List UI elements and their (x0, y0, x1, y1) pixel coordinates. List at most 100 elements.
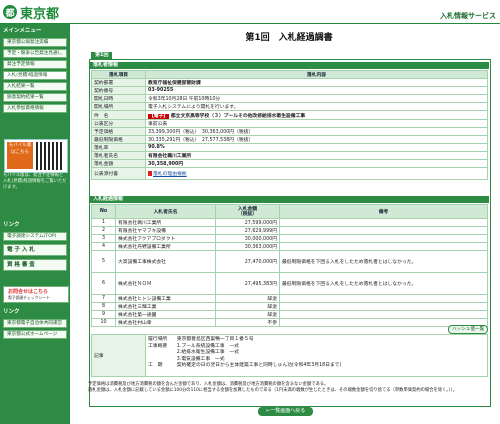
footer-notes: 予定価格は消費税及び地方消費税の額を含んだ金額であり、入札金額は、消費税及び地方… (88, 382, 492, 394)
row-label: 契約番号 (91, 86, 146, 95)
cell-amount: 辞退 (215, 294, 280, 303)
sidebar-item-plan[interactable]: 発注予定情報 (3, 60, 67, 69)
sidebar-item-private-contract[interactable]: 随意契約結果一覧 (3, 93, 67, 102)
service-title: 入札情報サービス (440, 12, 496, 20)
cell-amount: 不参 (215, 318, 280, 327)
row-value: 90.8% (145, 143, 488, 152)
remarks-line: 工 期 契約確定の日の翌日から主体建築工事と同時しゅん功(令和4年3月18日まで… (148, 363, 342, 369)
qr-code-icon (36, 142, 64, 170)
remarks-line: 履行場所 東京都豊島区西巣鴨一丁目１番５号 (148, 337, 254, 342)
cell-name: 株式会社村山幸 (115, 318, 216, 327)
tokyo-logo[interactable]: 都 東京都 (3, 3, 59, 22)
cell-no: 1 (91, 218, 116, 227)
cell-note (279, 302, 488, 311)
col-name-header: 入札者氏名 (115, 204, 216, 219)
row-label: 落札率 (91, 143, 146, 152)
cell-name: 株式会社ＮＯＭ (115, 272, 216, 295)
row-value: 電子入札システムにより開札を行います。 (145, 102, 488, 111)
remarks-line: 2.給排水衛生設備工事 一式 (148, 350, 239, 356)
sidebar-item-progress[interactable]: 入札(見積)経過情報 (3, 71, 67, 80)
row-value: 令和3年10月28日 午前10時10分 (145, 94, 488, 103)
cell-note (279, 226, 488, 235)
page-title: 第1回 入札経過調書 (245, 33, 333, 43)
cell-note: 最低制限価格を下回る入札をしたため落札者とはしなかった。 (279, 272, 488, 295)
mobile-label: モバイル版はこちら (7, 142, 33, 169)
cell-name: 大高設備工事株式会社 (115, 250, 216, 273)
bid-info-table: 落札項目 落札内容 契約部署 教育庁福祉保健部管財課 契約番号 03-90255 開札… (91, 70, 488, 180)
bid-progress-section-header: 入札経過情報 (90, 196, 489, 203)
sidebar-menu-title: メインメニュー (3, 28, 42, 34)
cell-amount: 27,629,999円 (215, 226, 280, 235)
col-amount-header: 入札金額 （税抜） (215, 204, 280, 219)
reason-document-link[interactable]: 落札の理由根拠 (153, 172, 187, 177)
row-value: 教育庁福祉保健部管財課 (145, 78, 488, 87)
table-row: 6 株式会社ＮＯＭ 27,495,383円 最低制限価格を下回る入札をしたため落札者と… (91, 272, 488, 295)
cell-name: 株式会社ヒトシ設備工業 (115, 294, 216, 303)
hash-list-button[interactable]: ハッシュ値一覧 (448, 325, 489, 334)
cell-no: 9 (91, 310, 116, 319)
bid-progress-table: No 入札者氏名 入札金額 （税抜） 備考 1 有限会社鵜川工業所 27,599,0… (91, 204, 488, 327)
remarks-table: 記事 履行場所 東京都豊島区西巣鴨一丁目１番５号 工事概要 1.プール系統設備工… (91, 334, 488, 377)
subject-value: 都立文京高等学校（３）プールその他改修給排水衛生設備工事 (170, 113, 306, 119)
e-bidding-button[interactable]: 電 子 入 札 (3, 244, 67, 256)
cell-note (279, 310, 488, 319)
bottom-links-title: リンク (3, 309, 20, 315)
row-label: 開札場所 (91, 102, 146, 111)
row-label: 公表添付書 (91, 167, 146, 180)
cell-no: 7 (91, 294, 116, 303)
sidebar-bottom-links: リンク 東京都電子自治体共同運営 東京都公式ホームページ (0, 305, 70, 341)
remarks-label: 記事 (91, 334, 146, 377)
cell-no: 6 (91, 272, 116, 295)
cell-amount: 30,000,000円 (215, 234, 280, 243)
row-value: 30,335,291円（税込） 27,577,538円（税抜） (145, 135, 488, 144)
sidebar-item-forecast[interactable]: 予定・競争公告発注見通し (3, 49, 67, 58)
cell-amount: 辞退 (215, 302, 280, 311)
table-row: 5 大高設備工事株式会社 27,470,000円 最低制限価格を下回る入札をしたため落… (91, 250, 488, 273)
table-row: 1 有限会社鵜川工業所 27,599,000円 (91, 218, 488, 227)
sidebar-item-gazette[interactable]: 東京都公報発注実績 (3, 38, 67, 47)
back-to-list-button[interactable]: ←一覧画面へ戻る (258, 407, 314, 416)
links-title: リンク (3, 222, 20, 228)
qualification-review-button[interactable]: 資 格 審 査 (3, 259, 67, 271)
cell-amount: 27,599,000円 (215, 218, 280, 227)
tokyo-official-link[interactable]: 東京都公式ホームページ (3, 330, 67, 339)
cell-note: 最低制限価格を下回る入札をしたため落札者とはしなかった。 (279, 250, 488, 273)
cell-no: 4 (91, 242, 116, 251)
cell-name: 株式会社丹野設備工業所 (115, 242, 216, 251)
sidebar-item-qualification[interactable]: 入札参加資格情報 (3, 104, 67, 113)
cell-name: 株式会社第一通園 (115, 310, 216, 319)
cell-amount: 27,495,383円 (215, 272, 280, 295)
header-divider (0, 23, 500, 24)
table-row: 8 株式会社三輝工業 辞退 (91, 302, 488, 311)
cell-no: 10 (91, 318, 116, 327)
col-item-header: 落札項目 (91, 70, 146, 79)
row-value: 30,358,900円 (145, 159, 488, 168)
tab-round-1[interactable]: 第1回 (91, 52, 113, 59)
sidebar-links: リンク 電子調達システム(TOP) 電 子 入 札 資 格 審 査 (0, 218, 70, 274)
table-row: 2 有限会社ヤマブキ設備 27,629,999円 (91, 226, 488, 235)
row-label: 落札者氏名 (91, 151, 146, 160)
table-row: 3 株式会社アクアプロダクト 30,000,000円 (91, 234, 488, 243)
sidebar-item-results[interactable]: 入札結果一覧 (3, 82, 67, 91)
mobile-banner[interactable]: モバイル版はこちら (4, 139, 68, 173)
ebid-top-link[interactable]: 電子調達システム(TOP) (3, 232, 67, 241)
cell-note (279, 242, 488, 251)
table-row: 9 株式会社第一通園 辞退 (91, 310, 488, 319)
cell-no: 8 (91, 302, 116, 311)
col-no-header: No (91, 204, 116, 219)
row-value: 03-90255 (145, 86, 488, 95)
cell-no: 3 (91, 234, 116, 243)
check-sheet-banner[interactable]: お問合せはこちら 電子調達チェックシート (3, 286, 69, 303)
row-label: 公表区分 (91, 119, 146, 128)
cell-amount: 辞退 (215, 310, 280, 319)
row-value: 有限会社鵜川工業所 (145, 151, 488, 160)
electronic-badge: 【電子】 (148, 113, 170, 119)
joint-operation-link[interactable]: 東京都電子自治体共同運営 (3, 319, 67, 328)
cell-note (279, 294, 488, 303)
cell-note (279, 218, 488, 227)
row-label: 契約部署 (91, 78, 146, 87)
row-label: 件 名 (91, 110, 146, 120)
check-sheet-label: 電子調達チェックシート (8, 295, 50, 300)
col-content-header: 落札内容 (145, 70, 488, 79)
tokyo-emblem-icon: 都 (3, 5, 17, 19)
